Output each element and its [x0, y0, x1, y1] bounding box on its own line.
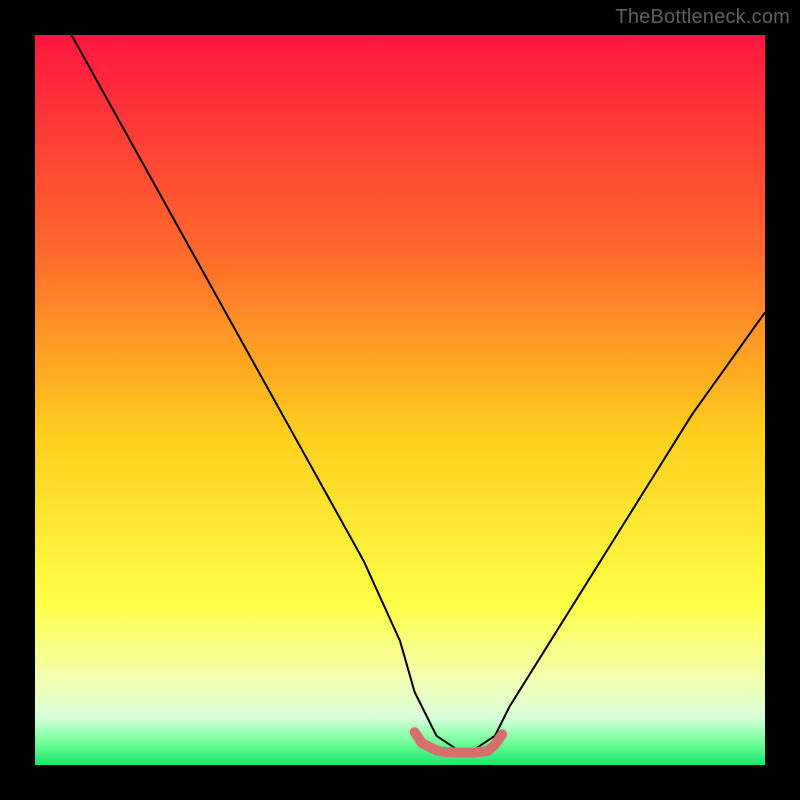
plot-svg — [35, 35, 765, 765]
chart-container: TheBottleneck.com — [0, 0, 800, 800]
gradient-background — [35, 35, 765, 765]
watermark-text: TheBottleneck.com — [615, 6, 790, 29]
